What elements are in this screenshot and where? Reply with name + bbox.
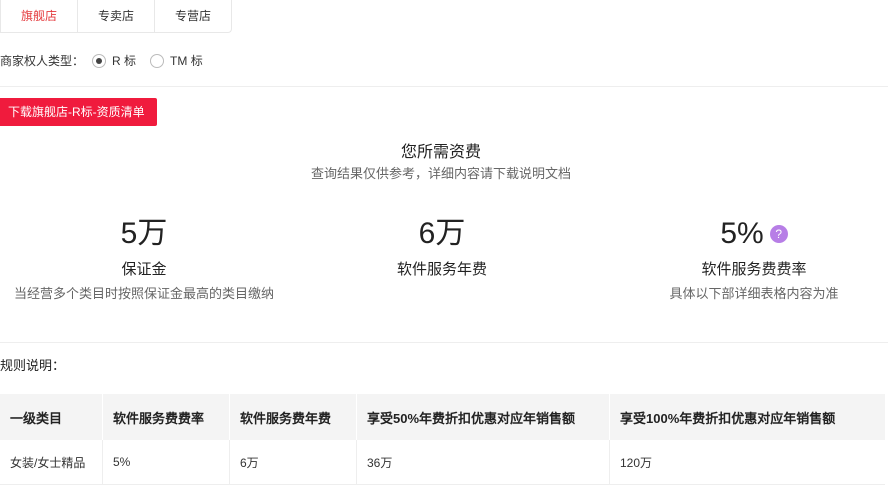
fee-section-subtitle: 查询结果仅供参考，详细内容请下载说明文档 — [310, 166, 571, 181]
table-cell: 女装/女士精品 — [0, 440, 103, 485]
deposit-value: 5万 — [120, 217, 168, 250]
table-header-row: 一级类目 软件服务费费率 软件服务费年费 享受50%年费折扣优惠对应年销售额 享… — [0, 394, 885, 440]
divider — [0, 342, 888, 343]
table-cell: 5% — [102, 440, 230, 485]
download-qualification-list-button[interactable]: 下载旗舰店-R标-资质清单 — [0, 98, 157, 126]
commission-rate-value-row: 5% ? — [610, 214, 888, 254]
commission-rate-stat: 5% ? 软件服务费费率 具体以下部详细表格内容为准 — [610, 214, 888, 302]
radio-tm-mark[interactable]: TM 标 — [150, 52, 203, 69]
radio-selected-icon — [92, 53, 107, 68]
commission-rate-description: 具体以下部详细表格内容为准 — [669, 286, 839, 301]
filter-label: 商家权人类型： — [0, 54, 85, 68]
fee-section-title: 您所需资费 — [400, 144, 481, 161]
deposit-description: 当经营多个类目时按照保证金最高的类目缴纳 — [13, 286, 274, 301]
annual-fee-stat: 6万 软件服务年费 — [298, 214, 586, 279]
radio-tm-mark-label: TM 标 — [170, 54, 203, 68]
tab-specialty-store[interactable]: 专营店 — [155, 0, 231, 32]
column-header: 一级类目 — [0, 394, 103, 440]
commission-rate-value: 5% — [720, 217, 764, 250]
annual-fee-value: 6万 — [418, 217, 466, 250]
trademark-type-filter: 商家权人类型： R 标 TM 标 — [0, 52, 203, 69]
deposit-label: 保证金 — [121, 261, 167, 278]
divider — [0, 86, 888, 87]
table-cell: 6万 — [229, 440, 357, 485]
annual-fee-label: 软件服务年费 — [396, 261, 487, 278]
deposit-stat: 5万 保证金 当经营多个类目时按照保证金最高的类目缴纳 — [0, 214, 288, 302]
radio-r-mark-label: R 标 — [112, 54, 137, 68]
column-header: 软件服务费费率 — [102, 394, 230, 440]
column-header: 享受100%年费折扣优惠对应年销售额 — [609, 394, 885, 440]
store-type-tabs: 旗舰店 专卖店 专营店 — [0, 0, 233, 33]
column-header: 享受50%年费折扣优惠对应年销售额 — [356, 394, 610, 440]
tab-exclusive-store[interactable]: 专卖店 — [78, 0, 156, 32]
tab-flagship-store[interactable]: 旗舰店 — [1, 0, 79, 32]
radio-r-mark[interactable]: R 标 — [92, 52, 136, 69]
table-row: 女装/女士精品 5% 6万 36万 120万 — [0, 440, 885, 485]
fee-table: 一级类目 软件服务费费率 软件服务费年费 享受50%年费折扣优惠对应年销售额 享… — [0, 394, 885, 485]
commission-rate-label: 软件服务费费率 — [701, 261, 807, 278]
column-header: 软件服务费年费 — [229, 394, 357, 440]
table-cell: 36万 — [356, 440, 610, 485]
table-cell: 120万 — [609, 440, 885, 485]
radio-unselected-icon — [150, 53, 165, 68]
rules-label: 规则说明： — [0, 358, 66, 373]
help-icon[interactable]: ? — [769, 225, 788, 243]
